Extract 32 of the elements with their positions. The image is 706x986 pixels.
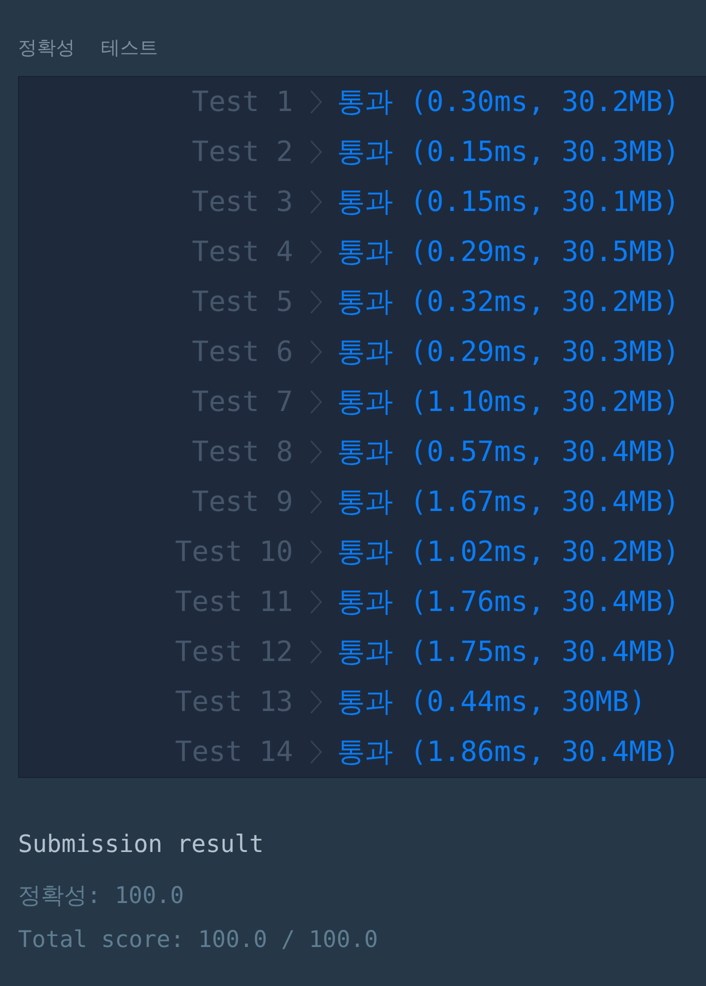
chevron-icon [310, 240, 322, 264]
chevron-icon [310, 740, 322, 764]
chevron-icon [310, 90, 322, 114]
test-result: 통과 (1.10ms, 30.2MB) [337, 385, 680, 419]
summary-line: Total score: 100.0 / 100.0 [18, 926, 378, 955]
test-result: 통과 (1.67ms, 30.4MB) [337, 485, 680, 519]
chevron-icon [310, 690, 322, 714]
chevron-icon [310, 640, 322, 664]
test-result: 통과 (0.15ms, 30.1MB) [337, 185, 680, 219]
chevron-icon [310, 340, 322, 364]
section-heading: 정확성 테스트 [18, 36, 158, 61]
chevron-icon [310, 140, 322, 164]
test-result: 통과 (1.02ms, 30.2MB) [337, 535, 680, 569]
chevron-icon [310, 290, 322, 314]
test-result: 통과 (0.29ms, 30.3MB) [337, 335, 680, 369]
test-result: 통과 (0.32ms, 30.2MB) [337, 285, 680, 319]
test-result: 통과 (1.75ms, 30.4MB) [337, 635, 680, 669]
chevron-icon [310, 590, 322, 614]
summary-title: Submission result [18, 829, 264, 860]
test-result: 통과 (0.29ms, 30.5MB) [337, 235, 680, 269]
test-result: 통과 (1.76ms, 30.4MB) [337, 585, 680, 619]
chevron-icon [310, 390, 322, 414]
test-result: 통과 (0.30ms, 30.2MB) [337, 85, 680, 119]
test-result: 통과 (0.57ms, 30.4MB) [337, 435, 680, 469]
summary-line: 정확성: 100.0 [18, 882, 184, 911]
test-result: 통과 (1.86ms, 30.4MB) [337, 735, 680, 769]
test-result: 통과 (0.15ms, 30.3MB) [337, 135, 680, 169]
test-result: 통과 (0.44ms, 30MB) [337, 685, 646, 719]
chevron-icon [310, 440, 322, 464]
chevron-icon [310, 190, 322, 214]
chevron-icon [310, 490, 322, 514]
chevron-icon [310, 540, 322, 564]
